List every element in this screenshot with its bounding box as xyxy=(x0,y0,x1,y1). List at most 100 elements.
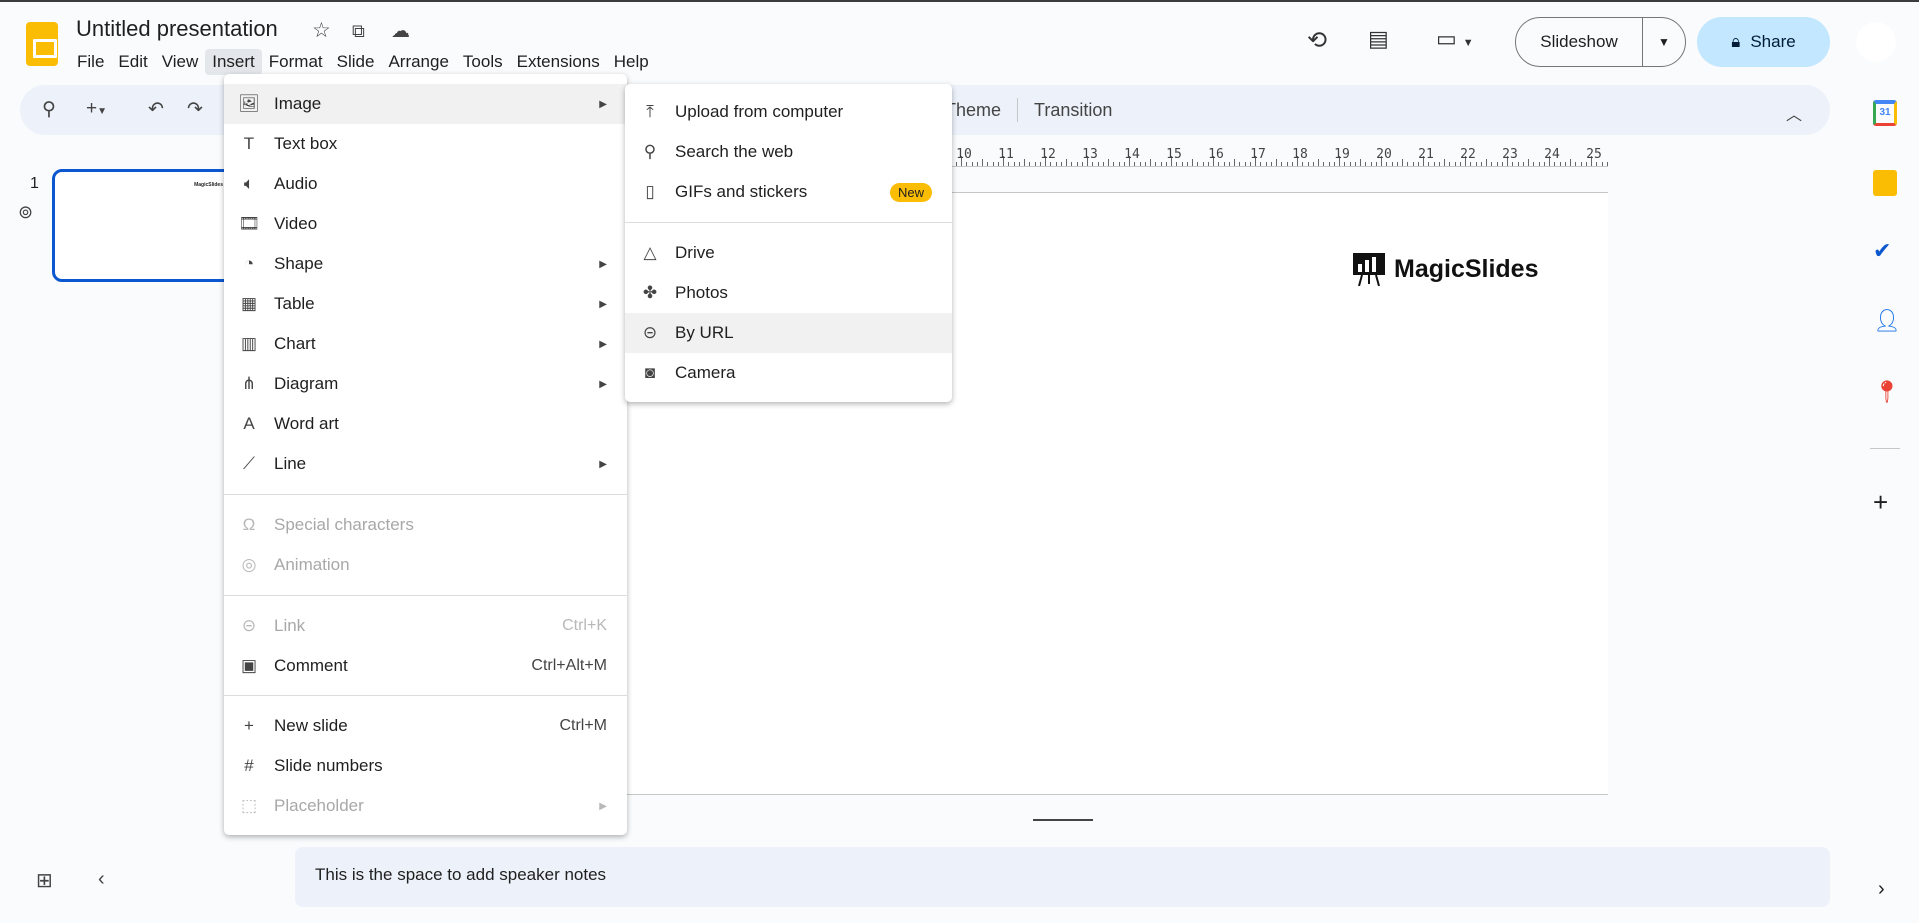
insert-item-video[interactable]: 🎞︎ Video xyxy=(224,204,627,244)
insert-item-link[interactable]: ⊝ Link Ctrl+K xyxy=(224,606,627,646)
insert-item-diagram[interactable]: ⋔ Diagram ▶ xyxy=(224,364,627,404)
tasks-icon[interactable]: ✔ xyxy=(1873,238,1891,264)
slide-thumbnail[interactable]: MagicSlides xyxy=(52,169,234,282)
undo-icon[interactable]: ↶ xyxy=(148,98,164,121)
image-item-gifs-and-stickers[interactable]: ▯ GIFs and stickers New xyxy=(625,172,952,212)
ruler-number: 20 xyxy=(1376,147,1392,162)
ruler-tick xyxy=(1349,162,1351,166)
menu-item-label: Table xyxy=(274,294,315,313)
insert-item-image[interactable]: 🖼︎ Image ▶ xyxy=(224,84,627,124)
ruler-tick xyxy=(1186,162,1188,166)
ruler-tick xyxy=(1291,162,1293,166)
ruler-number: 19 xyxy=(1334,147,1350,162)
insert-item-table[interactable]: ▦ Table ▶ xyxy=(224,284,627,324)
insert-item-audio[interactable]: 🔈︎ Audio xyxy=(224,164,627,204)
calendar-icon[interactable]: 31 xyxy=(1873,100,1897,126)
move-folder-icon[interactable]: ⧉ xyxy=(352,21,365,42)
image-item-photos[interactable]: ✤ Photos xyxy=(625,273,952,313)
collapse-toolbar-icon[interactable]: ︿ xyxy=(1786,101,1802,125)
insert-item-chart[interactable]: ▥ Chart ▶ xyxy=(224,324,627,364)
ruler-tick xyxy=(1260,162,1262,166)
maps-icon[interactable]: 📍︎ xyxy=(1873,379,1901,405)
redo-icon[interactable]: ↷ xyxy=(187,98,203,121)
image-item-upload-from-computer[interactable]: ⤒ Upload from computer xyxy=(625,92,952,132)
image-item-by-url[interactable]: ⊝ By URL xyxy=(625,313,952,353)
menu-help[interactable]: Help xyxy=(607,49,656,75)
menu-extensions[interactable]: Extensions xyxy=(510,49,607,75)
ruler-tick xyxy=(1239,162,1241,166)
ruler-tick xyxy=(1559,162,1561,166)
notes-resize-handle[interactable] xyxy=(1033,819,1093,821)
slideshow-button-group: Slideshow ▼ xyxy=(1515,17,1686,67)
ruler-number: 15 xyxy=(1166,147,1182,162)
insert-item-placeholder[interactable]: ⬚ Placeholder ▶ xyxy=(224,786,627,826)
submenu-arrow-icon: ▶ xyxy=(599,258,607,270)
menu-slide[interactable]: Slide xyxy=(330,49,382,75)
insert-item-animation[interactable]: ◎ Animation xyxy=(224,545,627,585)
keep-icon[interactable] xyxy=(1873,170,1897,196)
menu-arrange[interactable]: Arrange xyxy=(381,49,455,75)
ruler-tick xyxy=(1076,162,1078,166)
menu-format[interactable]: Format xyxy=(262,49,330,75)
comments-icon[interactable]: ▤ xyxy=(1368,26,1389,52)
meet-icon[interactable]: ▭ ▼ xyxy=(1436,26,1474,52)
ruler-tick xyxy=(1554,162,1556,166)
ruler-tick xyxy=(1034,162,1036,166)
ruler-tick xyxy=(1365,162,1367,166)
insert-item-special-characters[interactable]: Ω Special characters xyxy=(224,505,627,545)
image-item-drive[interactable]: △ Drive xyxy=(625,233,952,273)
new-slide-icon[interactable]: +▼ xyxy=(86,98,107,120)
ruler-tick xyxy=(1176,162,1178,166)
menu-tools[interactable]: Tools xyxy=(456,49,510,75)
document-title[interactable]: Untitled presentation xyxy=(76,16,278,42)
insert-item-text-box[interactable]: T Text box xyxy=(224,124,627,164)
camera-icon: ◙ xyxy=(644,363,656,382)
grid-view-icon[interactable]: ⊞ xyxy=(36,868,53,893)
menu-file[interactable]: File xyxy=(70,49,111,75)
image-item-camera[interactable]: ◙ Camera xyxy=(625,353,952,393)
slides-logo[interactable] xyxy=(26,22,58,66)
text-box-icon: T xyxy=(243,134,255,153)
ruler-tick xyxy=(1008,162,1010,166)
ruler-tick xyxy=(1543,162,1545,166)
transition-button[interactable]: Transition xyxy=(1034,100,1112,121)
image-item-search-the-web[interactable]: ⚲ Search the web xyxy=(625,132,952,172)
collapse-filmstrip-icon[interactable]: ‹ xyxy=(98,868,105,891)
cloud-saved-icon[interactable]: ☁ xyxy=(391,20,410,43)
menu-item-label: Camera xyxy=(675,363,736,382)
slideshow-dropdown-icon[interactable]: ▼ xyxy=(1643,35,1685,49)
ruler-tick xyxy=(1433,162,1435,166)
get-addons-icon[interactable]: + xyxy=(1873,487,1888,518)
menu-view[interactable]: View xyxy=(155,49,206,75)
ruler-tick xyxy=(1360,159,1361,166)
insert-item-slide-numbers[interactable]: # Slide numbers xyxy=(224,746,627,786)
insert-item-line[interactable]: ⟋ Line ▶ xyxy=(224,444,627,484)
share-button[interactable]: 🔒︎ Share xyxy=(1697,17,1830,67)
show-side-panel-icon[interactable]: › xyxy=(1878,878,1885,901)
ruler-tick xyxy=(1055,162,1057,166)
ruler-tick xyxy=(1449,162,1451,166)
insert-item-comment[interactable]: ▣ Comment Ctrl+Alt+M xyxy=(224,646,627,686)
ruler-tick xyxy=(1396,162,1398,166)
star-icon[interactable]: ☆ xyxy=(312,18,331,43)
search-menus-icon[interactable]: ⚲ xyxy=(42,98,56,121)
avatar[interactable] xyxy=(1856,22,1896,62)
ruler-tick xyxy=(1475,162,1477,166)
menu-item-label: Video xyxy=(274,214,318,233)
insert-item-new-slide[interactable]: + New slide Ctrl+M xyxy=(224,706,627,746)
menu-edit[interactable]: Edit xyxy=(111,49,154,75)
theme-button[interactable]: Theme xyxy=(945,100,1001,121)
version-history-icon[interactable]: ⟲ xyxy=(1307,26,1327,55)
magicslides-logo[interactable]: MagicSlides xyxy=(1352,252,1539,286)
ruler-tick xyxy=(1218,162,1220,166)
gif-icon: ▯ xyxy=(645,182,655,201)
ruler-tick xyxy=(1444,159,1445,166)
insert-item-word-art[interactable]: A Word art xyxy=(224,404,627,444)
ruler-tick xyxy=(1480,162,1482,166)
ruler-tick xyxy=(1039,162,1041,166)
insert-item-shape[interactable]: ◔ Shape ▶ xyxy=(224,244,627,284)
menu-insert[interactable]: Insert xyxy=(205,49,262,75)
contacts-icon[interactable]: 👤︎ xyxy=(1873,308,1901,334)
speaker-notes[interactable]: This is the space to add speaker notes xyxy=(295,847,1830,907)
slideshow-button[interactable]: Slideshow xyxy=(1516,18,1643,66)
